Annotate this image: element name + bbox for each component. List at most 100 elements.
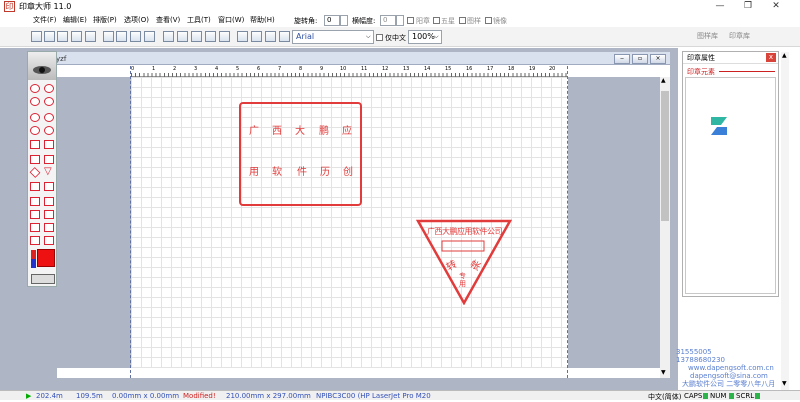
- only-chinese-label: 仅中文: [385, 34, 406, 42]
- square-text-seal-icon[interactable]: [44, 155, 54, 164]
- scrollbar-thumb[interactable]: [661, 91, 669, 221]
- ellipse-seal-icon[interactable]: [30, 113, 40, 122]
- doc-restore-button[interactable]: ▫: [632, 54, 648, 64]
- align-top-icon[interactable]: [205, 31, 216, 42]
- bar-seal-icon[interactable]: [30, 210, 40, 219]
- image-icon[interactable]: [237, 31, 248, 42]
- font-select[interactable]: Arial: [292, 30, 374, 44]
- align-bottom-icon[interactable]: [219, 31, 230, 42]
- seal-elements-list[interactable]: [685, 77, 776, 294]
- line-double-seal-icon[interactable]: [44, 223, 54, 232]
- page-margin-left: [57, 77, 131, 368]
- pattern-checkbox[interactable]: [459, 17, 466, 24]
- tab-pattern-library[interactable]: 图样库: [697, 30, 718, 42]
- new-icon[interactable]: [31, 31, 42, 42]
- eye-icon[interactable]: [28, 52, 56, 80]
- ellipse-text-seal-icon[interactable]: [30, 126, 40, 135]
- doc-close-button[interactable]: ×: [650, 54, 666, 64]
- grid9-seal-icon[interactable]: [44, 182, 54, 191]
- menu-help[interactable]: 帮助(H): [250, 15, 275, 25]
- frame-text-seal-icon[interactable]: [44, 197, 54, 206]
- open-icon[interactable]: [44, 31, 55, 42]
- diamond-seal-icon[interactable]: [29, 167, 41, 178]
- only-chinese-checkbox[interactable]: [376, 34, 383, 41]
- stamp-label: 阳章: [416, 17, 430, 25]
- menu-tools[interactable]: 工具(T): [187, 15, 211, 25]
- ruler-label: 5: [236, 66, 240, 72]
- ruler-label: 17: [487, 66, 494, 72]
- frame-seal-icon[interactable]: [30, 197, 40, 206]
- strip-double-seal-icon[interactable]: [44, 236, 54, 245]
- rectangular-seal[interactable]: 广 西 大 鹏 应 用 软 件 历 创: [239, 102, 362, 206]
- strip-seal-icon[interactable]: [30, 236, 40, 245]
- document-titlebar: [57, 52, 670, 65]
- scroll-up-icon[interactable]: ▲: [661, 77, 666, 84]
- vertical-scrollbar[interactable]: ▲ ▼: [660, 77, 670, 378]
- contact-email: dapengsoft@sina.com: [690, 372, 768, 380]
- scroll-up-icon[interactable]: ▲: [782, 52, 787, 59]
- print-preview-icon[interactable]: [71, 31, 82, 42]
- color-swatch[interactable]: [37, 249, 55, 267]
- rotation-spinner[interactable]: [340, 15, 348, 26]
- stamp-checkbox[interactable]: [407, 17, 414, 24]
- scroll-down-icon[interactable]: ▼: [661, 369, 666, 376]
- page-left-edge: [130, 66, 132, 378]
- circle-text-seal-icon[interactable]: [44, 97, 54, 106]
- rect-seal-icon[interactable]: [30, 140, 40, 149]
- page-right-edge: [567, 66, 569, 378]
- chart-icon[interactable]: [251, 31, 262, 42]
- status-page-size: 210.00mm x 297.00mm: [226, 392, 311, 400]
- skew-spinner[interactable]: [396, 15, 404, 26]
- align-center-icon[interactable]: [177, 31, 188, 42]
- circle-star-seal-icon[interactable]: [44, 84, 54, 93]
- print-icon[interactable]: [85, 31, 96, 42]
- color-indicator-icon[interactable]: [31, 250, 36, 268]
- chevron-down-icon[interactable]: ⌵: [366, 33, 371, 41]
- align-left-icon[interactable]: [163, 31, 174, 42]
- status-x: 202.4m: [36, 392, 63, 400]
- menu-layout[interactable]: 排版(P): [93, 15, 117, 25]
- menu-window[interactable]: 窗口(W): [218, 15, 244, 25]
- line-seal-icon[interactable]: [30, 223, 40, 232]
- rect-double-seal-icon[interactable]: [44, 140, 54, 149]
- close-button[interactable]: ✕: [762, 0, 790, 13]
- scrl-indicator-icon: [755, 393, 760, 399]
- menu-file[interactable]: 文件(F): [33, 15, 57, 25]
- grid-icon[interactable]: [265, 31, 276, 42]
- copy-icon[interactable]: [116, 31, 127, 42]
- circle-seal-icon[interactable]: [30, 84, 40, 93]
- properties-close-button[interactable]: x: [766, 53, 776, 62]
- menu-options[interactable]: 选项(O): [124, 15, 149, 25]
- ruler-label: 3: [194, 66, 198, 72]
- seal-char: 历: [320, 167, 330, 178]
- triangle-seal-icon[interactable]: ▽: [44, 166, 52, 177]
- ellipse-star-seal-icon[interactable]: [44, 126, 54, 135]
- mirror-checkbox[interactable]: [485, 17, 492, 24]
- skew-input[interactable]: 0: [380, 15, 396, 26]
- square-seal-icon[interactable]: [30, 155, 40, 164]
- paste-icon[interactable]: [130, 31, 141, 42]
- seal-char: 应: [342, 126, 352, 137]
- chevron-down-icon[interactable]: ⌵: [434, 33, 439, 41]
- play-icon[interactable]: ▶: [26, 392, 31, 400]
- menu-view[interactable]: 查看(V): [156, 15, 180, 25]
- star-checkbox[interactable]: [433, 17, 440, 24]
- menu-edit[interactable]: 编辑(E): [63, 15, 87, 25]
- minimize-button[interactable]: —: [706, 0, 734, 13]
- bar-double-seal-icon[interactable]: [44, 210, 54, 219]
- export-icon[interactable]: [279, 31, 290, 42]
- doc-minimize-button[interactable]: ‒: [614, 54, 630, 64]
- align-right-icon[interactable]: [191, 31, 202, 42]
- ellipse-double-seal-icon[interactable]: [44, 113, 54, 122]
- circle-double-seal-icon[interactable]: [30, 97, 40, 106]
- seal-char: 软: [272, 167, 282, 178]
- tab-seal-library[interactable]: 印章库: [729, 30, 750, 42]
- save-icon[interactable]: [57, 31, 68, 42]
- maximize-button[interactable]: ❐: [734, 0, 762, 13]
- rotation-input[interactable]: 0: [324, 15, 340, 26]
- cut-icon[interactable]: [103, 31, 114, 42]
- right-panel-scrollbar[interactable]: ▲ ▼: [781, 52, 789, 390]
- palette-settings-icon[interactable]: [31, 274, 55, 284]
- grid4-seal-icon[interactable]: [30, 182, 40, 191]
- delete-icon[interactable]: [144, 31, 155, 42]
